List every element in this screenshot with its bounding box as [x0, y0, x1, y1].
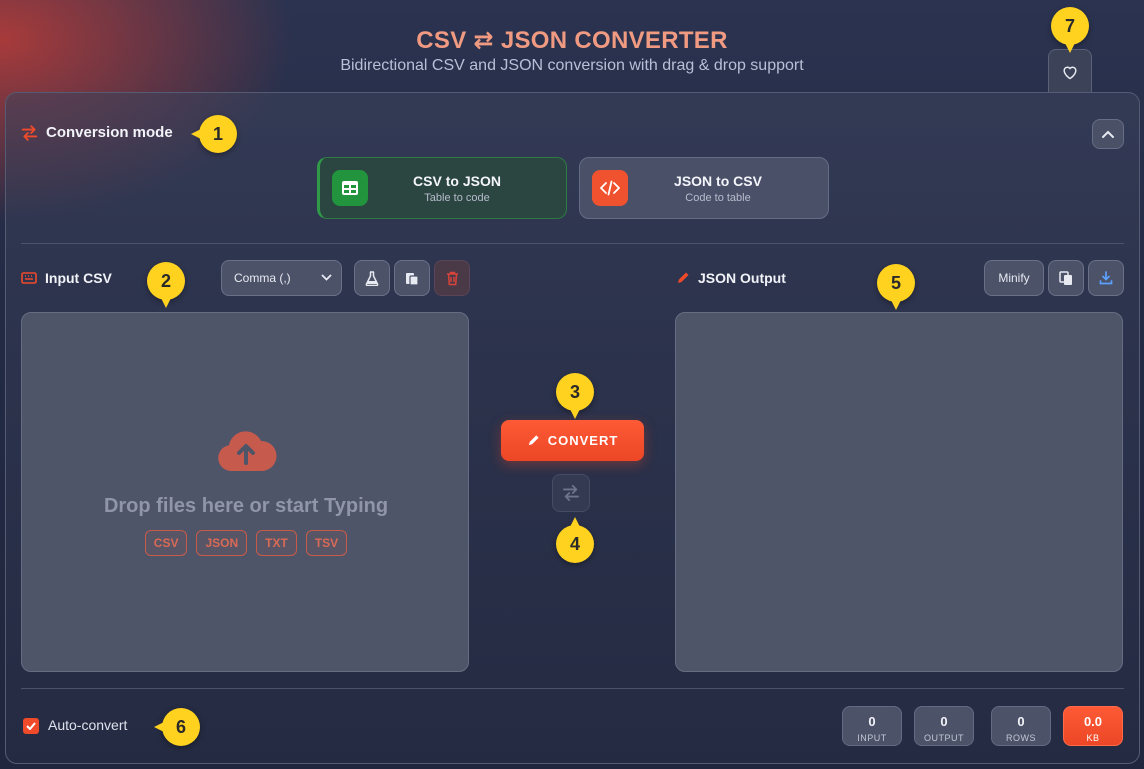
pencil-icon: [528, 435, 539, 446]
keyboard-icon: [21, 272, 37, 284]
annotation-badge: 6: [154, 708, 200, 746]
delimiter-select[interactable]: Comma (,): [221, 260, 342, 296]
stat-value: 0: [940, 714, 948, 729]
stat-label: ROWS: [1006, 733, 1036, 743]
stat-input: 0 INPUT: [842, 706, 902, 746]
clear-input-button[interactable]: [434, 260, 470, 296]
annotation-badge: 7: [1051, 7, 1089, 53]
chevron-down-icon: [321, 274, 332, 281]
cloud-upload-icon: [218, 431, 277, 471]
stat-value: 0.0: [1083, 714, 1103, 729]
mode-name: CSV to JSON: [413, 172, 501, 189]
conversion-mode-title: Conversion mode: [46, 124, 173, 141]
convert-label: CONVERT: [547, 433, 619, 448]
swap-button[interactable]: [552, 474, 590, 512]
mode-card-csv-to-json[interactable]: CSV to JSON Table to code: [317, 157, 567, 219]
page-subtitle: Bidirectional CSV and JSON conversion wi…: [340, 57, 804, 74]
mode-card-json-to-csv[interactable]: JSON to CSV Code to table: [579, 157, 829, 219]
stat-value: 0: [868, 714, 876, 729]
divider: [21, 243, 1124, 244]
download-output-button[interactable]: [1088, 260, 1124, 296]
annotation-badge: 1: [191, 115, 237, 153]
copy-output-button[interactable]: [1048, 260, 1084, 296]
format-chip: TSV: [305, 530, 348, 556]
csv-input-dropzone[interactable]: Drop files here or start Typing CSV JSON…: [21, 312, 469, 672]
mode-desc: Table to code: [424, 191, 490, 204]
mode-desc: Code to table: [685, 191, 751, 204]
format-chip: JSON: [196, 530, 248, 556]
annotation-badge: 2: [147, 262, 185, 308]
annotation-badge: 4: [556, 517, 594, 563]
flask-icon: [365, 270, 379, 286]
auto-convert-label: Auto-convert: [48, 717, 128, 733]
collapse-button[interactable]: [1092, 119, 1124, 149]
conversion-mode-header: Conversion mode: [21, 124, 173, 141]
favorite-button[interactable]: [1048, 49, 1092, 93]
annotation-badge: 5: [877, 264, 915, 310]
stat-label: INPUT: [857, 733, 887, 743]
converter-panel: Conversion mode CSV to JSON Table to cod…: [5, 92, 1140, 764]
annotation-badge: 3: [556, 373, 594, 419]
format-chips: CSV JSON TXT TSV: [22, 530, 470, 556]
app-header: CSV ⇄ JSON CONVERTER Bidirectional CSV a…: [0, 0, 1144, 93]
stat-label: KB: [1086, 733, 1100, 743]
sample-data-button[interactable]: [354, 260, 390, 296]
chevron-up-icon: [1102, 130, 1114, 138]
stat-label: OUTPUT: [924, 733, 964, 743]
heart-icon: [1063, 66, 1077, 79]
stat-output: 0 OUTPUT: [914, 706, 974, 746]
download-icon: [1099, 271, 1113, 285]
input-header: Input CSV: [21, 270, 112, 286]
stat-value: 0: [1017, 714, 1025, 729]
output-header: JSON Output: [676, 270, 786, 286]
stat-rows: 0 ROWS: [991, 706, 1051, 746]
swap-arrows-icon: [563, 485, 579, 501]
table-icon: [332, 170, 368, 206]
drop-hint: Drop files here or start Typing: [103, 495, 389, 517]
auto-convert-checkbox[interactable]: [23, 718, 39, 734]
swap-arrows-icon: [21, 124, 38, 141]
format-chip: TXT: [256, 530, 297, 556]
delimiter-value: Comma (,): [234, 271, 291, 285]
divider: [21, 688, 1124, 689]
stat-kb: 0.0 KB: [1063, 706, 1123, 746]
paste-icon: [406, 272, 419, 286]
convert-button[interactable]: CONVERT: [501, 420, 644, 461]
check-icon: [26, 722, 36, 730]
pencil-icon: [678, 272, 689, 283]
mode-name: JSON to CSV: [674, 172, 762, 189]
paste-button[interactable]: [394, 260, 430, 296]
input-label: Input CSV: [45, 270, 112, 286]
copy-icon: [1059, 270, 1072, 285]
page-title: CSV ⇄ JSON CONVERTER: [416, 27, 728, 54]
output-label: JSON Output: [698, 270, 786, 286]
minify-button[interactable]: Minify: [984, 260, 1044, 296]
trash-icon: [446, 271, 458, 285]
format-chip: CSV: [144, 530, 188, 556]
json-output-area[interactable]: [675, 312, 1123, 672]
code-icon: [592, 170, 628, 206]
